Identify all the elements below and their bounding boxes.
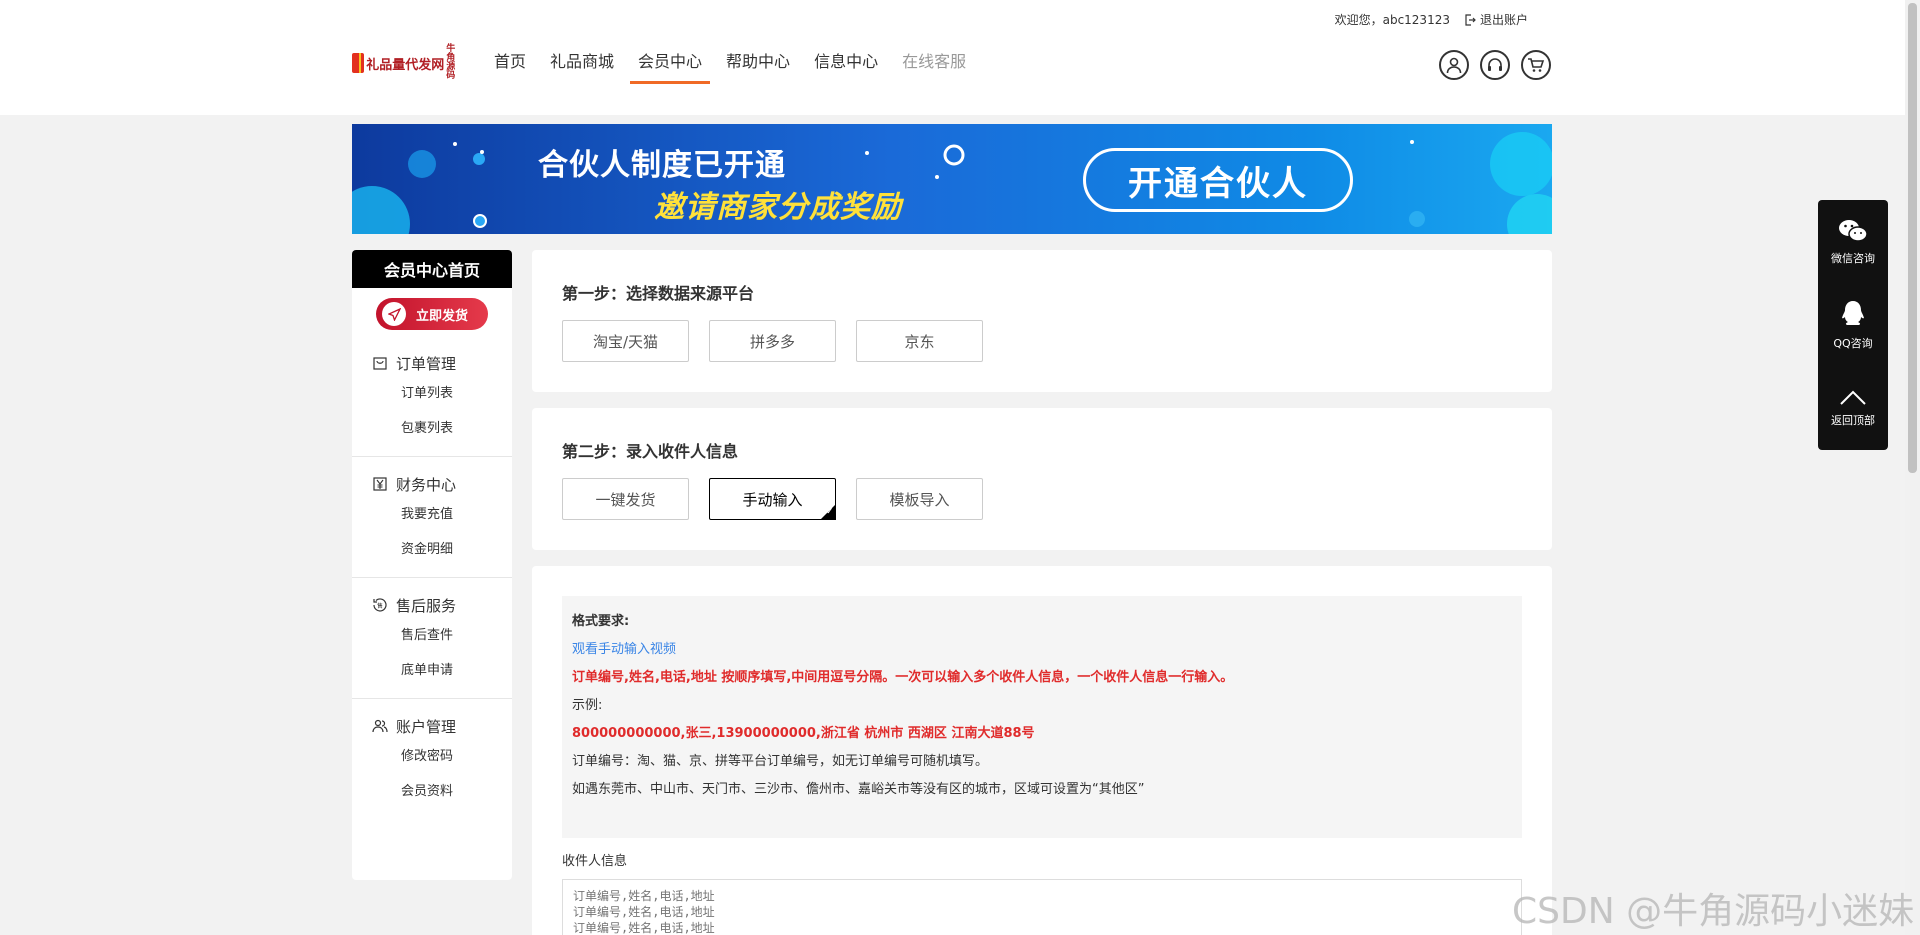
nav-help-center[interactable]: 帮助中心: [714, 44, 802, 84]
format-note-district: 如遇东莞市、中山市、天门市、三沙市、儋州市、嘉峪关市等没有区的城市，区域可设置为…: [572, 782, 1145, 797]
sidebar-item-package-list[interactable]: 包裹列表: [352, 411, 512, 446]
format-heading: 格式要求:: [572, 614, 630, 629]
bag-icon: [373, 357, 387, 370]
gift-icon: [352, 53, 365, 73]
wechat-icon: [1839, 219, 1868, 242]
sidebar-group-finance: 财务中心 我要充值 资金明细: [352, 457, 512, 578]
sidebar-group-title: 财务中心: [352, 471, 512, 497]
arrow-up-icon: [1840, 390, 1866, 405]
logout-link[interactable]: 退出账户: [1464, 11, 1528, 28]
top-header: 欢迎您，abc123123 退出账户 礼品量代发网 牛角源码 首页 礼品商城 会…: [0, 0, 1920, 115]
manual-input-card: 格式要求: 观看手动输入视频 订单编号,姓名,电话,地址 按顺序填写,中间用逗号…: [532, 566, 1552, 935]
cart-icon[interactable]: [1521, 50, 1551, 80]
sidebar-item-receipt-apply[interactable]: 底单申请: [352, 653, 512, 688]
sidebar-group-title: 账户管理: [352, 713, 512, 739]
nav-info-center[interactable]: 信息中心: [802, 44, 890, 84]
nav-member-center[interactable]: 会员中心: [626, 44, 714, 84]
sidebar-item-aftersale-track[interactable]: 售后查件: [352, 618, 512, 653]
qq-icon: [1842, 300, 1864, 325]
manual-input-button[interactable]: 手动输入: [709, 478, 836, 520]
member-sidebar: 会员中心首页 立即发货 订单管理 订单列表 包裹列表 财务中心 我要充值 资金明…: [352, 250, 512, 880]
sidebar-item-change-password[interactable]: 修改密码: [352, 739, 512, 774]
selected-check-icon: [820, 504, 836, 520]
nav-online-service[interactable]: 在线客服: [890, 44, 978, 84]
logo-text: 礼品量代发网: [366, 57, 445, 73]
sidebar-item-fund-detail[interactable]: 资金明细: [352, 532, 512, 567]
wechat-consult-button[interactable]: 微信咨询: [1818, 200, 1888, 283]
format-example: 800000000000,张三,13900000000,浙江省 杭州市 西湖区 …: [572, 726, 1035, 741]
template-import-button[interactable]: 模板导入: [856, 478, 983, 520]
format-rule: 订单编号,姓名,电话,地址 按顺序填写,中间用逗号分隔。一次可以输入多个收件人信…: [572, 670, 1234, 685]
yen-icon: [373, 477, 387, 491]
sidebar-item-recharge[interactable]: 我要充值: [352, 497, 512, 532]
banner-headline: 合伙人制度已开通: [538, 148, 786, 183]
partner-banner[interactable]: 合伙人制度已开通 邀请商家分成奖励 开通合伙人: [352, 124, 1552, 234]
qq-consult-button[interactable]: QQ咨询: [1818, 283, 1888, 366]
nav-home[interactable]: 首页: [482, 44, 538, 84]
platform-options: 淘宝/天猫 拼多多 京东: [562, 320, 983, 362]
sidebar-item-order-list[interactable]: 订单列表: [352, 376, 512, 411]
user-welcome-bar: 欢迎您，abc123123 退出账户: [1335, 11, 1528, 28]
sidebar-group-account: 账户管理 修改密码 会员资料: [352, 699, 512, 819]
svg-text:售: 售: [377, 602, 383, 610]
csdn-watermark: CSDN @牛角源码小迷妹: [1512, 891, 1915, 932]
floating-contact-bar: 微信咨询 QQ咨询 返回顶部: [1818, 200, 1888, 450]
one-click-ship-button[interactable]: 一键发货: [562, 478, 689, 520]
back-to-top-button[interactable]: 返回顶部: [1818, 366, 1888, 449]
logout-label: 退出账户: [1479, 13, 1528, 27]
nav-gift-mall[interactable]: 礼品商城: [538, 44, 626, 84]
users-icon: [372, 719, 388, 733]
welcome-text: 欢迎您，abc123123: [1334, 13, 1450, 27]
main-nav: 首页 礼品商城 会员中心 帮助中心 信息中心 在线客服: [482, 44, 978, 84]
sidebar-group-title: 订单管理: [352, 350, 512, 376]
platform-jd-button[interactable]: 京东: [856, 320, 983, 362]
ship-now-button[interactable]: 立即发货: [376, 298, 488, 330]
service-icon: 售: [373, 598, 387, 612]
example-label: 示例:: [572, 698, 603, 713]
site-logo[interactable]: 礼品量代发网 牛角源码: [352, 44, 457, 81]
step1-card: 第一步：选择数据来源平台 淘宝/天猫 拼多多 京东: [532, 250, 1552, 392]
header-icons: [1439, 50, 1551, 80]
sidebar-group-orders: 订单管理 订单列表 包裹列表: [352, 330, 512, 457]
user-icon[interactable]: [1439, 50, 1469, 80]
banner-subheadline: 邀请商家分成奖励: [654, 190, 902, 225]
format-note-order: 订单编号：淘、猫、京、拼等平台订单编号，如无订单编号可随机填写。: [572, 754, 989, 769]
recipient-textarea[interactable]: [562, 879, 1522, 935]
step2-title: 第二步：录入收件人信息: [562, 442, 739, 461]
sidebar-group-aftersales: 售 售后服务 售后查件 底单申请: [352, 578, 512, 699]
recipient-label: 收件人信息: [562, 854, 628, 869]
scrollbar-thumb[interactable]: [1908, 3, 1917, 473]
logo-badge: 牛角源码: [446, 44, 456, 81]
input-method-options: 一键发货 手动输入 模板导入: [562, 478, 983, 520]
manual-input-video-link[interactable]: 观看手动输入视频: [572, 636, 1512, 664]
sidebar-home[interactable]: 会员中心首页: [352, 250, 512, 288]
ship-now-label: 立即发货: [416, 308, 469, 324]
page-scrollbar[interactable]: [1905, 0, 1920, 935]
headset-icon[interactable]: [1480, 50, 1510, 80]
send-icon: [382, 302, 406, 326]
step2-card: 第二步：录入收件人信息 一键发货 手动输入 模板导入: [532, 408, 1552, 550]
banner-decoration: [352, 132, 1552, 234]
platform-taobao-button[interactable]: 淘宝/天猫: [562, 320, 689, 362]
open-partner-button[interactable]: 开通合伙人: [1083, 148, 1353, 212]
format-requirements: 格式要求: 观看手动输入视频 订单编号,姓名,电话,地址 按顺序填写,中间用逗号…: [562, 596, 1522, 838]
sidebar-group-title: 售 售后服务: [352, 592, 512, 618]
sidebar-item-member-profile[interactable]: 会员资料: [352, 774, 512, 809]
logout-icon: [1465, 13, 1476, 26]
platform-pinduoduo-button[interactable]: 拼多多: [709, 320, 836, 362]
step1-title: 第一步：选择数据来源平台: [562, 284, 755, 303]
